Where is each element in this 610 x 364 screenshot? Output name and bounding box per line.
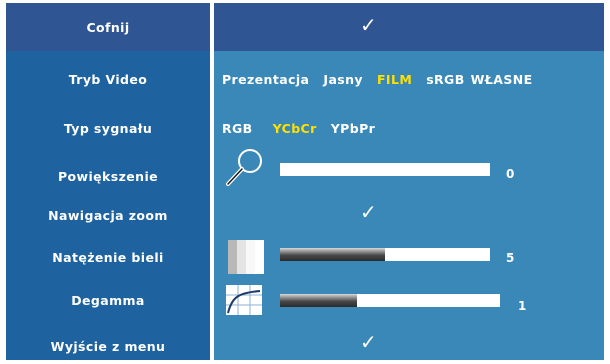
zoom-value: 0 <box>506 167 515 181</box>
back-menu-item[interactable]: Cofnij <box>6 9 210 45</box>
zoom-menu-item[interactable]: Powiększenie <box>6 158 210 194</box>
video-mode-label: Tryb Video <box>68 71 148 87</box>
signal-type-label: Typ sygnału <box>63 120 153 136</box>
video-mode-options: Prezentacja Jasny FILM sRGB WŁASNE <box>222 61 547 97</box>
zoom-navigation-label: Nawigacja zoom <box>48 207 168 223</box>
osd-menu: Cofnij ✓ Tryb Video Prezentacja Jasny FI… <box>6 3 604 360</box>
white-intensity-icon <box>228 240 264 274</box>
magnifier-icon <box>224 146 268 190</box>
zoom-navigation-checkmark-icon[interactable]: ✓ <box>360 200 377 224</box>
zoom-label: Powiększenie <box>57 168 159 184</box>
exit-menu-checkmark-icon[interactable]: ✓ <box>360 330 377 354</box>
signal-type-options: RGB YCbCr YPbPr <box>222 110 389 146</box>
video-mode-option-custom[interactable]: WŁASNE <box>471 72 533 87</box>
signal-type-option-ypbpr[interactable]: YPbPr <box>331 121 376 136</box>
signal-type-menu-item[interactable]: Typ sygnału <box>6 110 210 146</box>
exit-label: Wyjście z menu <box>50 338 166 354</box>
degamma-value: 1 <box>518 299 527 313</box>
zoom-navigation-menu-item[interactable]: Nawigacja zoom <box>6 197 210 233</box>
video-mode-option-film-selected[interactable]: FILM <box>377 72 412 87</box>
degamma-slider[interactable] <box>280 294 500 307</box>
white-intensity-value: 5 <box>506 251 515 265</box>
video-mode-menu-item[interactable]: Tryb Video <box>6 61 210 97</box>
degamma-menu-item[interactable]: Degamma <box>6 282 210 318</box>
back-confirm-checkmark-icon[interactable]: ✓ <box>360 13 377 37</box>
white-intensity-label: Natężenie bieli <box>52 249 164 265</box>
white-intensity-menu-item[interactable]: Natężenie bieli <box>6 239 210 275</box>
signal-type-option-rgb[interactable]: RGB <box>222 121 253 136</box>
signal-type-option-ycbcr-selected[interactable]: YCbCr <box>273 121 317 136</box>
degamma-slider-fill <box>280 294 357 307</box>
back-label: Cofnij <box>86 19 130 35</box>
gamma-curve-icon <box>226 285 262 315</box>
zoom-slider[interactable] <box>280 163 490 176</box>
white-intensity-slider-fill <box>280 248 385 261</box>
video-mode-option-presentation[interactable]: Prezentacja <box>222 72 309 87</box>
exit-menu-item[interactable]: Wyjście z menu <box>6 328 210 364</box>
degamma-label: Degamma <box>71 292 145 308</box>
video-mode-option-bright[interactable]: Jasny <box>323 72 363 87</box>
white-intensity-slider[interactable] <box>280 248 490 261</box>
video-mode-option-srgb[interactable]: sRGB <box>426 72 464 87</box>
back-row-value-bg <box>214 3 604 51</box>
